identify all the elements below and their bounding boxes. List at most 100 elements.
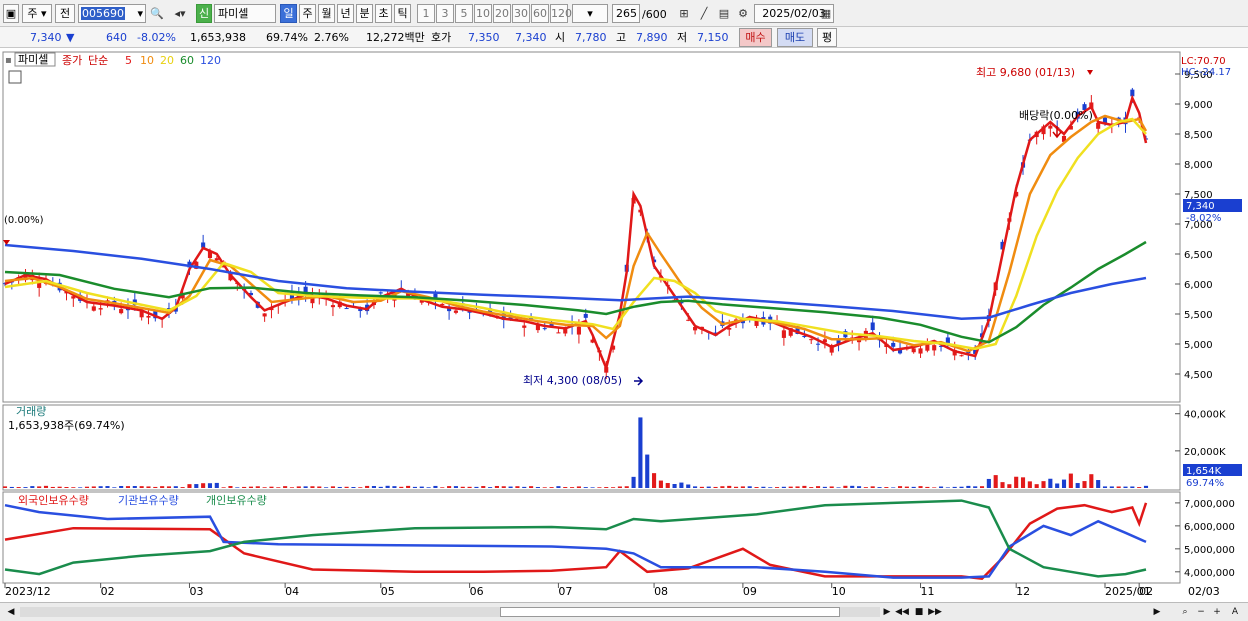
chart-type-icon[interactable]: ⊞ (676, 5, 692, 22)
period-tab-4[interactable]: 분 (356, 4, 373, 23)
volume-bar (1116, 486, 1121, 488)
speaker-icon[interactable]: ◂▾ (167, 5, 193, 22)
count-total: /600 (642, 8, 667, 21)
volume-bar (433, 485, 438, 488)
interval-tab-3[interactable]: 3 (436, 4, 454, 23)
candle-body (576, 326, 581, 335)
holdings-tick-label: 5,000,000 (1184, 545, 1235, 556)
low: 7,150 (697, 31, 729, 44)
volume-bar (2, 486, 8, 488)
volume: 1,653,938 (190, 31, 246, 44)
volume-bar (330, 486, 336, 488)
period-tab-5[interactable]: 초 (375, 4, 392, 23)
volume-bar (201, 483, 206, 488)
price-tick-label: 5,000 (1184, 340, 1213, 351)
volume-bar (98, 486, 103, 488)
interval-tab-120[interactable]: 120 (550, 4, 572, 23)
last-volume-pct: 69.74% (1186, 478, 1224, 489)
interval-tab-60[interactable]: 60 (531, 4, 549, 23)
volume-bar (795, 486, 800, 488)
scroll-track[interactable] (20, 607, 880, 617)
stock-code-input[interactable]: 005690 ▾ (78, 4, 146, 23)
scroll-left-icon[interactable]: ◀ (4, 605, 18, 619)
gear-icon[interactable]: ⚙ (735, 5, 751, 22)
chevron-down-icon: ▾ (137, 7, 143, 20)
period-tab-0[interactable]: 일 (280, 4, 297, 23)
interval-tab-20[interactable]: 20 (493, 4, 511, 23)
buy-button[interactable]: 매수 (739, 28, 772, 47)
period-tab-2[interactable]: 월 (318, 4, 335, 23)
volume-bar (938, 486, 944, 488)
chart-area[interactable]: 9,5009,0008,5008,0007,5007,0006,5006,000… (0, 48, 1248, 603)
stop-icon[interactable]: ■ (912, 605, 926, 619)
market-scope-button[interactable]: 전 (55, 4, 75, 23)
volume-bar (856, 486, 862, 488)
holdings-legend-institution: 기관보유수량 (118, 494, 179, 507)
candle-body (214, 258, 219, 261)
holdings-legend-foreign: 외국인보유수량 (18, 494, 89, 507)
volume-bar (221, 487, 226, 488)
play-icon[interactable]: ▶ (880, 605, 894, 619)
date-tick-label: 07 (558, 585, 572, 598)
search-icon[interactable]: 🔍 (149, 5, 165, 22)
rewind-icon[interactable]: ◀◀ (895, 605, 909, 619)
dividend-label: 배당락(0.00%) (1019, 109, 1093, 122)
volume-bar (337, 486, 342, 488)
volume-bar (125, 486, 131, 488)
volume-bar (570, 487, 575, 488)
volume-bar (447, 486, 452, 488)
volume-bar (1082, 481, 1087, 488)
volume-bar (911, 486, 916, 488)
high-label: 고 (616, 31, 627, 44)
window-menu-icon[interactable]: ▣ (3, 4, 19, 23)
calendar-icon[interactable]: ▦ (818, 5, 834, 22)
period-tab-1[interactable]: 주 (299, 4, 316, 23)
volume-bar (173, 486, 178, 488)
interval-dropdown[interactable]: ▾ (572, 4, 608, 23)
zoom-in-icon[interactable]: + (1210, 605, 1224, 619)
volume-bar (563, 487, 568, 488)
stock-name-field[interactable]: 파미셀 (214, 4, 276, 23)
volume-bar (1014, 476, 1019, 488)
interval-tab-10[interactable]: 10 (474, 4, 492, 23)
font-size-icon[interactable]: A (1228, 605, 1242, 619)
period-tab-6[interactable]: 틱 (394, 4, 411, 23)
date-tick-label: 09 (743, 585, 757, 598)
save-icon[interactable]: ▤ (716, 5, 732, 22)
volume-bar (317, 486, 322, 488)
volume-bar (556, 486, 561, 488)
volume-bar (850, 485, 855, 488)
fast-forward-icon[interactable]: ▶▶ (928, 605, 942, 619)
market-type-select[interactable]: 주 ▾ (22, 4, 52, 23)
scroll-right-icon[interactable]: ▶ (1150, 605, 1164, 619)
period-tab-3[interactable]: 년 (337, 4, 354, 23)
volume-bar (973, 486, 978, 488)
count-input[interactable]: 265 (612, 4, 640, 23)
zoom-icon[interactable]: ⌕ (1178, 605, 1192, 619)
volume-bar (180, 487, 185, 488)
change-pct: -8.02% (137, 31, 176, 44)
volume-bar (699, 486, 704, 488)
amount: 12,272백만 (366, 31, 425, 44)
zoom-out-icon[interactable]: − (1194, 605, 1208, 619)
sell-button[interactable]: 매도 (777, 28, 813, 47)
scroll-thumb[interactable] (500, 607, 840, 617)
table-view-icon[interactable] (8, 70, 22, 84)
draw-line-icon[interactable]: ╱ (696, 5, 712, 22)
interval-tab-30[interactable]: 30 (512, 4, 530, 23)
candle-body (1048, 125, 1053, 129)
candle-body (815, 343, 821, 345)
eval-button[interactable]: 평 (817, 28, 837, 47)
volume-bar (734, 486, 739, 488)
volume-bar (467, 486, 472, 488)
volume-bar (214, 482, 219, 488)
volume-bar (50, 486, 55, 488)
interval-tab-1[interactable]: 1 (417, 4, 435, 23)
legend-ma60: 60 (180, 54, 194, 67)
volume-bar (242, 486, 247, 488)
ask-label: 호가 (431, 31, 452, 44)
volume-bar (207, 483, 213, 488)
volume-bar (324, 487, 329, 488)
volume-bar (1137, 487, 1142, 488)
interval-tab-5[interactable]: 5 (455, 4, 473, 23)
